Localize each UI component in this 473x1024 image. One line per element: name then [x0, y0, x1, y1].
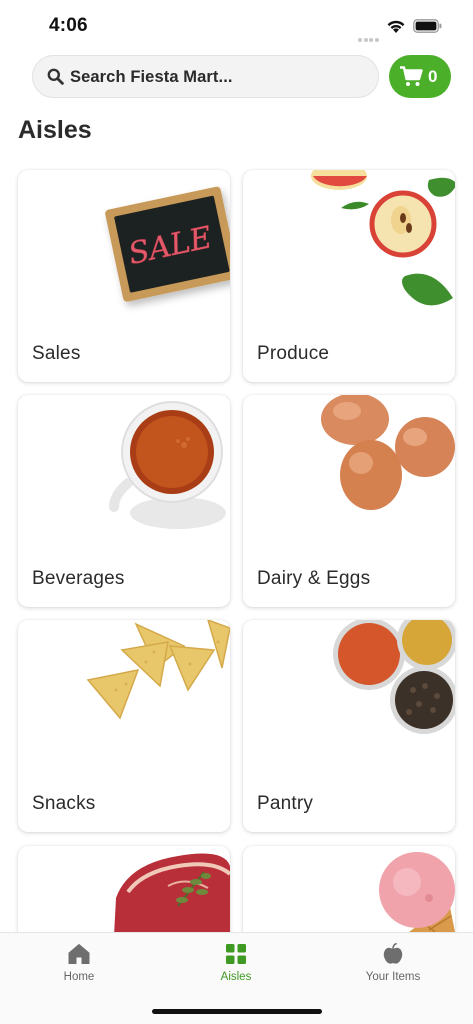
ice-cream-icon: [379, 852, 455, 932]
aisle-card-produce[interactable]: Produce: [243, 170, 455, 382]
aisle-label: Snacks: [32, 793, 96, 814]
aisles-grid: SALE Sales Produce Beverages Dairy & Egg…: [0, 160, 473, 932]
aisle-label: Beverages: [32, 568, 125, 589]
cart-icon: [400, 66, 423, 86]
tab-label: Aisles: [220, 971, 252, 983]
aisle-card-pantry[interactable]: Pantry: [243, 620, 455, 832]
tab-home[interactable]: Home: [19, 939, 139, 991]
search-placeholder: Search Fiesta Mart...: [70, 68, 233, 86]
aisle-card-sales[interactable]: SALE Sales: [18, 170, 230, 382]
signal-dots-icon: [358, 29, 380, 47]
aisle-card-meat[interactable]: [18, 846, 230, 932]
aisle-card-dairy-eggs[interactable]: Dairy & Eggs: [243, 395, 455, 607]
tab-label: Home: [63, 971, 95, 983]
grid-icon: [226, 944, 246, 964]
home-indicator: [152, 1009, 322, 1014]
apple-icon: [383, 943, 403, 964]
aisle-label: Dairy & Eggs: [257, 568, 371, 589]
page-title: Aisles: [18, 116, 92, 144]
tab-your-items[interactable]: Your Items: [333, 939, 453, 991]
search-icon: [47, 68, 64, 85]
cart-button[interactable]: 0: [389, 55, 451, 98]
aisle-card-frozen[interactable]: [243, 846, 455, 932]
aisle-label: Produce: [257, 343, 330, 364]
cart-count: 0: [428, 67, 438, 86]
steak-icon: [114, 853, 230, 932]
wifi-icon: [387, 20, 405, 33]
tab-label: Your Items: [365, 971, 421, 983]
aisle-card-snacks[interactable]: Snacks: [18, 620, 230, 832]
aisle-card-beverages[interactable]: Beverages: [18, 395, 230, 607]
search-input[interactable]: Search Fiesta Mart...: [32, 55, 379, 98]
home-icon: [68, 944, 90, 964]
battery-icon: [413, 19, 442, 33]
aisle-label: Pantry: [257, 793, 314, 814]
aisle-label: Sales: [32, 343, 81, 364]
tab-aisles[interactable]: Aisles: [176, 939, 296, 991]
status-time: 4:06: [49, 15, 88, 36]
status-bar: 4:06: [0, 0, 473, 50]
